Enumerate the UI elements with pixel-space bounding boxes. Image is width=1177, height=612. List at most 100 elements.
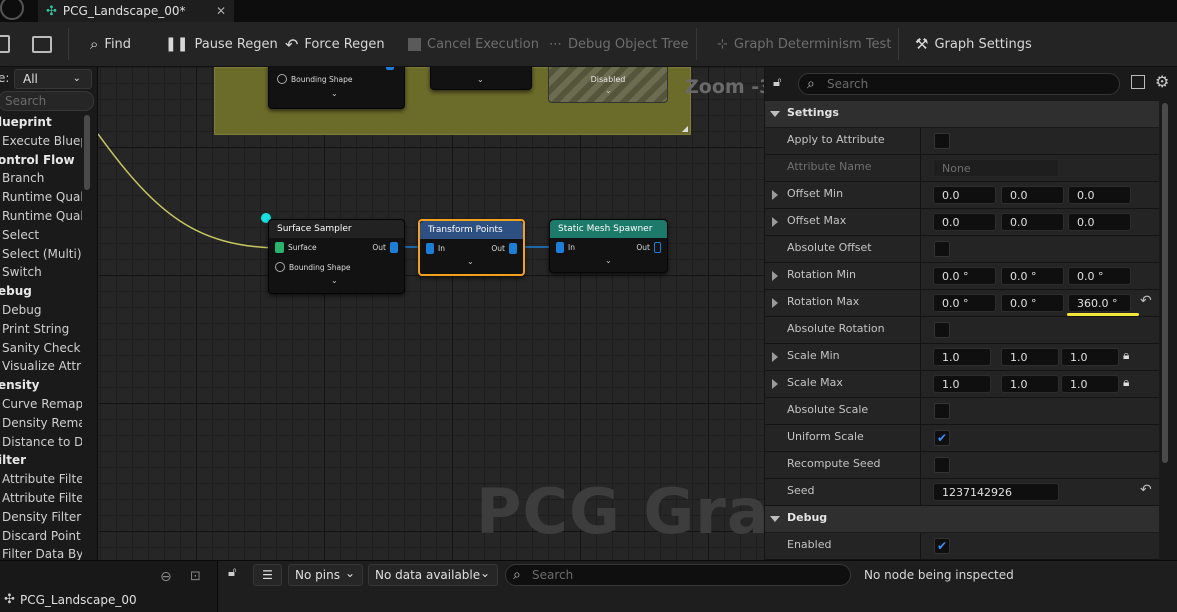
pin-in[interactable]: In	[556, 242, 575, 253]
absolute-rotation-checkbox[interactable]	[934, 322, 950, 338]
data-dropdown[interactable]: No data available ⌄	[368, 564, 498, 586]
expand-node-icon[interactable]: ⌄	[605, 256, 612, 265]
palette-item[interactable]: Debug	[2, 303, 82, 317]
offset-max-y-field[interactable]: 0.0	[1001, 213, 1064, 231]
tab-pcg-landscape[interactable]: ✣ PCG_Landscape_00* ✕	[38, 0, 234, 22]
rotation-max-y-field[interactable]: 0.0 °	[1001, 294, 1064, 312]
palette-category[interactable]: ebug	[0, 284, 78, 298]
graph-canvas[interactable]: ◢ Bounding Shape ⌄ ⌄ Disabled ⌄ Zoom -3 …	[98, 67, 764, 560]
lock-ratio-icon[interactable]: 🔒︎	[1123, 348, 1129, 363]
table-view-icon[interactable]	[1131, 75, 1145, 89]
rotation-min-y-field[interactable]: 0.0 °	[1001, 267, 1064, 285]
lock-ratio-icon[interactable]: 🔒︎	[1123, 375, 1129, 390]
rotation-min-x-field[interactable]: 0.0 °	[933, 267, 996, 285]
palette-item[interactable]: Attribute Filte	[2, 472, 82, 486]
filter-button[interactable]: ☰	[253, 564, 282, 586]
offset-min-y-field[interactable]: 0.0	[1001, 186, 1064, 204]
reset-to-default-icon[interactable]: ↶	[1140, 482, 1152, 498]
node-transform-points[interactable]: Transform Points In Out ⌄	[418, 219, 525, 276]
pins-dropdown[interactable]: No pins ⌄	[288, 564, 363, 586]
palette-item[interactable]: Runtime Qual	[2, 209, 82, 223]
palette-item[interactable]: Print String	[2, 322, 82, 336]
chevron-right-icon[interactable]	[772, 352, 778, 362]
scale-min-z-field[interactable]: 1.0	[1061, 348, 1119, 366]
palette-item[interactable]: Select	[2, 228, 82, 242]
palette-item[interactable]: Attribute Filte	[2, 491, 82, 505]
palette-item[interactable]: Visualize Attr	[2, 359, 82, 373]
find-button[interactable]: ⌕ Find	[90, 22, 131, 66]
debug-object-tree-button[interactable]: ⋯ Debug Object Tree	[549, 22, 688, 66]
uniform-scale-checkbox[interactable]: ✔	[934, 430, 950, 446]
back-arrow-icon[interactable]: ⊖	[160, 569, 172, 585]
palette-item[interactable]: Select (Multi)	[2, 247, 82, 261]
scale-max-z-field[interactable]: 1.0	[1061, 375, 1119, 393]
offset-min-z-field[interactable]: 0.0	[1068, 186, 1131, 204]
pin-bounding-shape[interactable]: Bounding Shape	[275, 262, 350, 272]
absolute-scale-checkbox[interactable]	[934, 403, 950, 419]
pin-out[interactable]: Out	[491, 243, 517, 254]
absolute-offset-checkbox[interactable]	[934, 241, 950, 257]
palette-item[interactable]: Density Filter	[2, 510, 82, 524]
palette-item[interactable]: Branch	[2, 171, 82, 185]
cancel-execution-button[interactable]: Cancel Execution	[408, 22, 539, 66]
details-scrollbar[interactable]	[1162, 103, 1168, 463]
pin-out[interactable]: Out	[636, 242, 661, 253]
pin-out[interactable]: Out	[372, 242, 398, 253]
lock-icon[interactable]: 🔓︎	[228, 565, 236, 580]
palette-item[interactable]: Distance to D	[2, 435, 82, 449]
pin-surface[interactable]: Surface	[275, 242, 317, 253]
graph-determinism-test-button[interactable]: ⊹ Graph Determinism Test	[717, 22, 891, 66]
chevron-right-icon[interactable]	[772, 217, 778, 227]
palette-category[interactable]: ontrol Flow	[0, 153, 78, 167]
force-regen-button[interactable]: ↶ Force Regen	[285, 22, 385, 66]
pin-in[interactable]: In	[426, 243, 445, 254]
browse-button[interactable]	[32, 22, 52, 66]
rotation-max-x-field[interactable]: 0.0 °	[933, 294, 996, 312]
palette-category[interactable]: lueprint	[0, 115, 78, 129]
node-static-mesh-spawner[interactable]: Static Mesh Spawner In Out ⌄	[549, 219, 668, 273]
save-button[interactable]	[0, 22, 10, 66]
debug-section[interactable]: Debug	[765, 506, 1159, 532]
offset-min-x-field[interactable]: 0.0	[933, 186, 996, 204]
palette-search-input[interactable]: Search	[0, 91, 94, 111]
palette-item[interactable]: Discard Point	[2, 529, 82, 543]
graph-settings-button[interactable]: ⚒ Graph Settings	[915, 22, 1032, 66]
palette-filter-dropdown[interactable]: All ⌄	[14, 69, 92, 89]
rotation-min-z-field[interactable]: 0.0 °	[1068, 267, 1131, 285]
lock-icon[interactable]: 🔓︎	[773, 75, 781, 90]
pause-regen-button[interactable]: ❚❚ Pause Regen	[165, 22, 278, 66]
offset-max-z-field[interactable]: 0.0	[1068, 213, 1131, 231]
rotation-max-z-field[interactable]: 360.0 °	[1068, 294, 1131, 312]
expand-node-icon[interactable]: ⌄	[331, 276, 338, 285]
chevron-right-icon[interactable]	[772, 379, 778, 389]
palette-scrollbar[interactable]	[84, 115, 90, 190]
details-search-input[interactable]: ⌕ Search	[798, 73, 1120, 95]
settings-section[interactable]: Settings	[765, 101, 1159, 127]
recompute-seed-checkbox[interactable]	[934, 457, 950, 473]
close-tab-icon[interactable]: ✕	[216, 4, 226, 18]
apply-to-attribute-checkbox[interactable]	[934, 133, 950, 149]
palette-category[interactable]: ilter	[0, 453, 78, 467]
palette-item[interactable]: Execute Bluep	[2, 134, 82, 148]
scale-max-x-field[interactable]: 1.0	[933, 375, 991, 393]
enabled-checkbox[interactable]: ✔	[934, 538, 950, 554]
palette-category[interactable]: ensity	[0, 378, 78, 392]
attribute-name-field[interactable]: None	[933, 159, 1059, 177]
chevron-right-icon[interactable]	[772, 298, 778, 308]
seed-field[interactable]: 1237142926	[933, 483, 1059, 501]
palette-item[interactable]: Density Rema	[2, 416, 82, 430]
browse-asset-icon[interactable]: ⊡	[190, 569, 201, 584]
inspector-search-input[interactable]: ⌕ Search	[505, 564, 851, 586]
gear-icon[interactable]: ⚙	[1155, 72, 1169, 91]
chevron-right-icon[interactable]	[772, 190, 778, 200]
reset-to-default-icon[interactable]: ↶	[1140, 293, 1152, 309]
expand-node-icon[interactable]: ⌄	[467, 257, 474, 266]
scale-min-y-field[interactable]: 1.0	[1001, 348, 1059, 366]
node-surface-sampler[interactable]: Surface Sampler Surface Out Bounding Sha…	[268, 219, 405, 294]
scale-min-x-field[interactable]: 1.0	[933, 348, 991, 366]
scale-max-y-field[interactable]: 1.0	[1001, 375, 1059, 393]
offset-max-x-field[interactable]: 0.0	[933, 213, 996, 231]
palette-item[interactable]: Runtime Qual	[2, 190, 82, 204]
palette-item[interactable]: Switch	[2, 265, 82, 279]
palette-item[interactable]: Sanity Check	[2, 341, 82, 355]
